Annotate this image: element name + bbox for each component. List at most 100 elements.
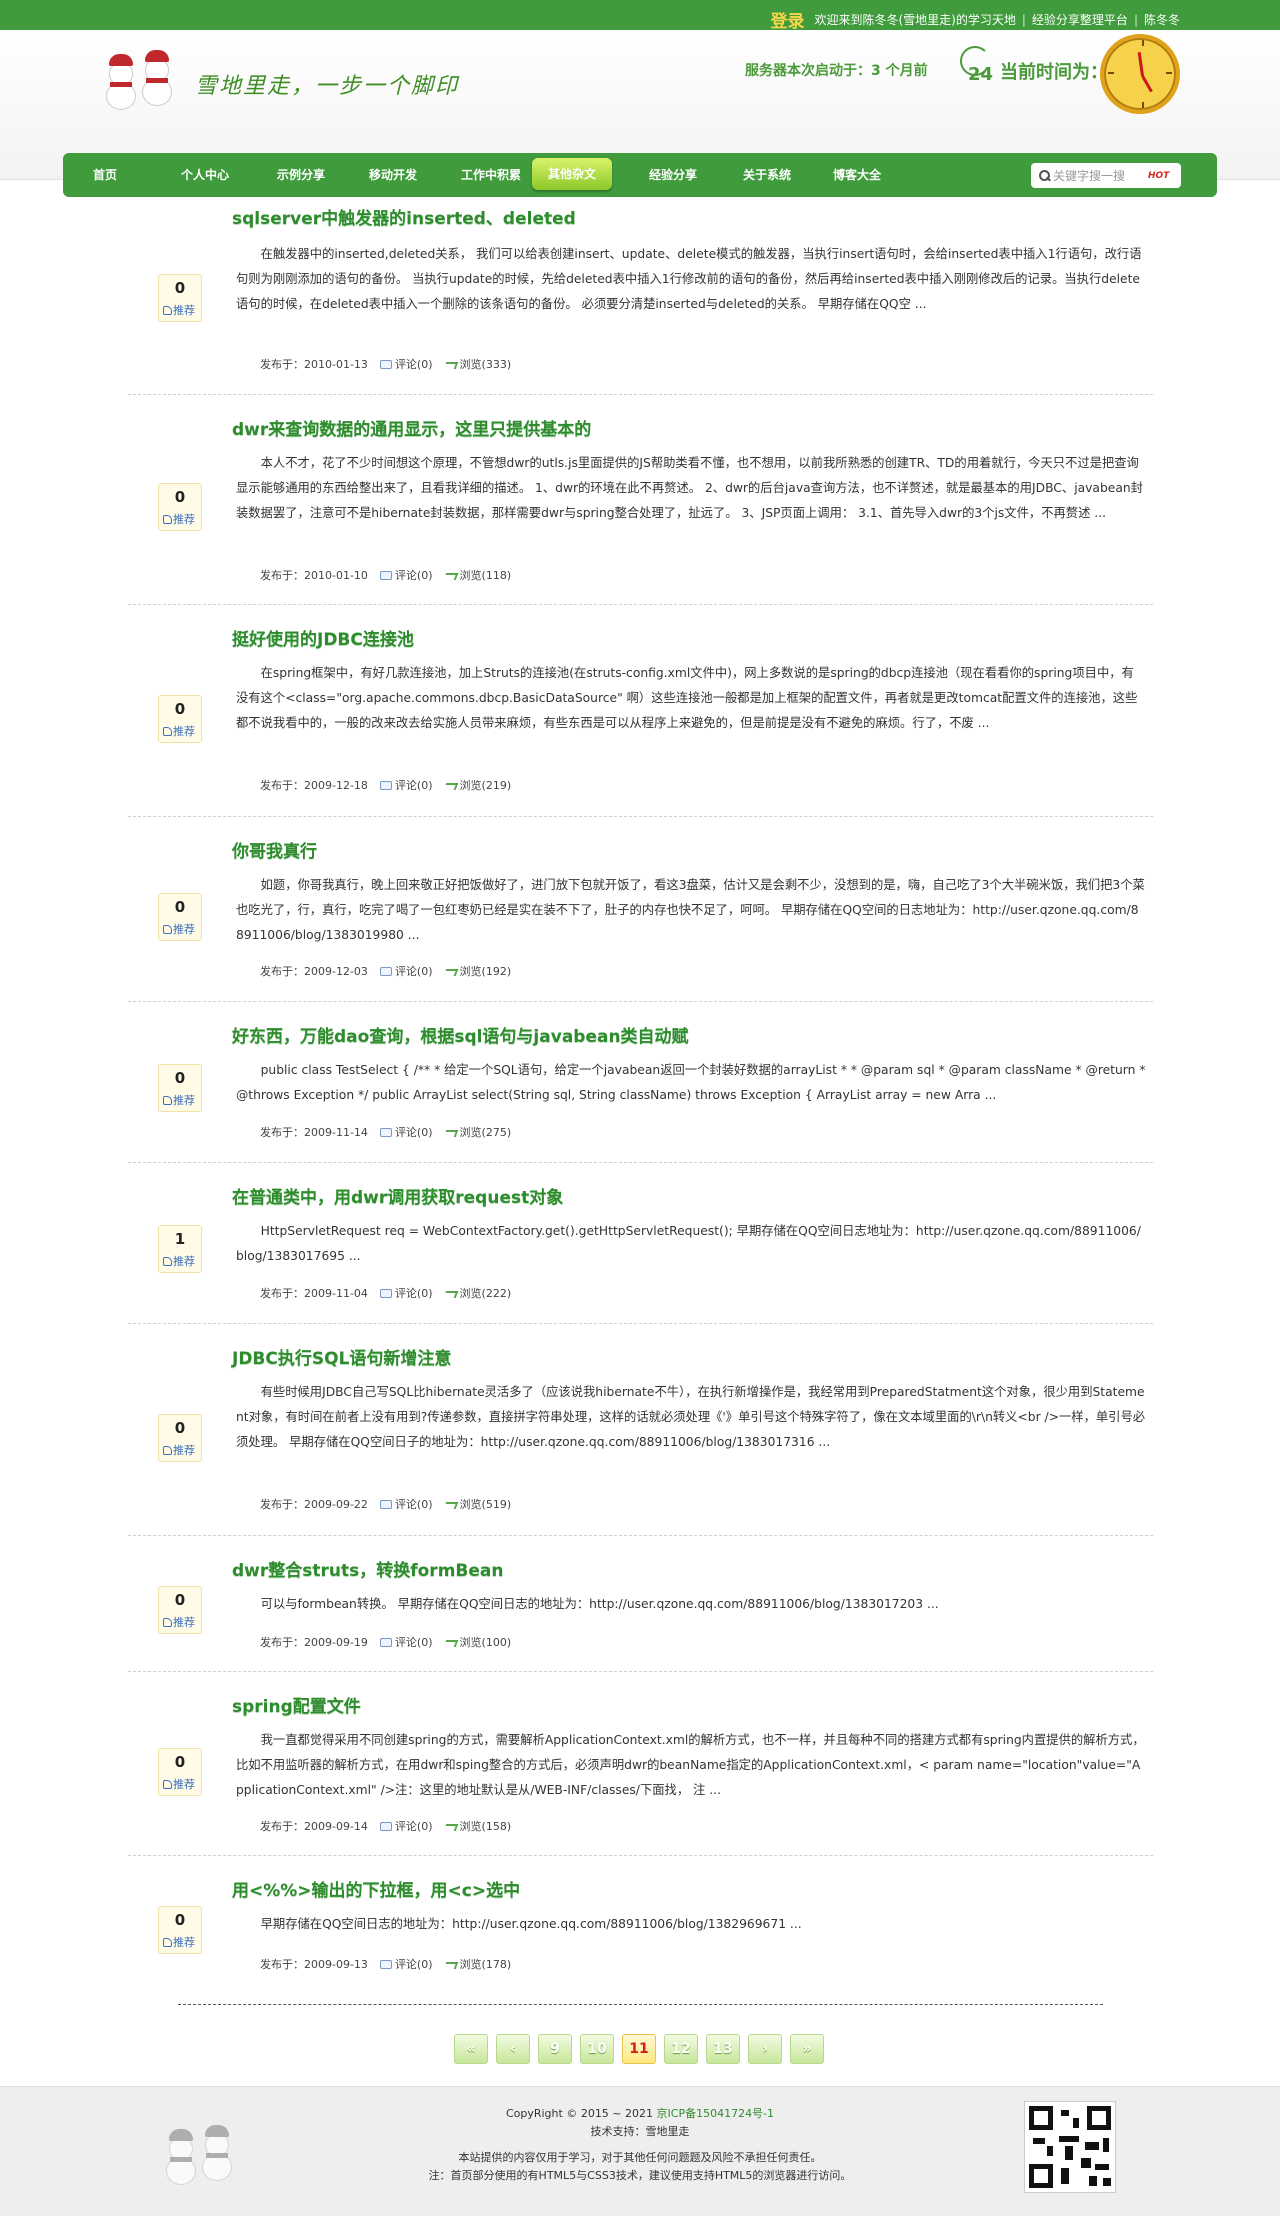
vote-box: 0 推荐 bbox=[158, 1748, 202, 1796]
vote-count: 0 bbox=[174, 898, 186, 916]
page-button[interactable]: 10 bbox=[580, 2034, 614, 2064]
post-title[interactable]: JDBC执行SQL语句新增注意 bbox=[232, 1344, 451, 1369]
post-item: spring配置文件 我一直都觉得采用不同创建spring的方式，需要解析App… bbox=[128, 1672, 1153, 1856]
views-count: 浏览(118) bbox=[445, 567, 512, 583]
thumb-up-icon bbox=[163, 305, 172, 315]
views-count: 浏览(333) bbox=[445, 356, 512, 372]
comments-link[interactable]: 评论(0) bbox=[379, 963, 433, 979]
recommend-button[interactable]: 推荐 bbox=[163, 1934, 195, 1950]
post-date: 发布于：2010-01-10 bbox=[260, 569, 368, 582]
prev-page-button[interactable]: ‹ bbox=[496, 2034, 530, 2064]
post-title[interactable]: 挺好使用的JDBC连接池 bbox=[232, 625, 414, 650]
thumb-up-icon bbox=[163, 1256, 172, 1266]
comment-icon bbox=[379, 1499, 392, 1509]
comments-link[interactable]: 评论(0) bbox=[379, 567, 433, 583]
comments-link[interactable]: 评论(0) bbox=[379, 1285, 433, 1301]
thumb-up-icon bbox=[163, 1779, 172, 1789]
snowman-icon bbox=[142, 48, 172, 106]
icp-link[interactable]: 京ICP备15041724号-1 bbox=[657, 2107, 775, 2120]
comment-icon bbox=[379, 1637, 392, 1647]
login-link[interactable]: 登录 bbox=[771, 7, 805, 32]
post-date: 发布于：2009-09-13 bbox=[260, 1958, 368, 1971]
vote-count: 0 bbox=[174, 1911, 186, 1929]
site-footer: CopyRight © 2015 ~ 2021 京ICP备15041724号-1… bbox=[0, 2086, 1280, 2216]
divider: | bbox=[1021, 12, 1026, 27]
thumb-up-icon bbox=[163, 924, 172, 934]
vote-box: 0 推荐 bbox=[158, 483, 202, 531]
views-count: 浏览(192) bbox=[445, 963, 512, 979]
post-excerpt: public class TestSelect { /** * 给定一个SQL语… bbox=[236, 1063, 1146, 1102]
comment-icon bbox=[379, 570, 392, 580]
comments-link[interactable]: 评论(0) bbox=[379, 777, 433, 793]
thumb-up-icon bbox=[163, 514, 172, 524]
post-meta: 发布于：2009-09-14 评论(0) 浏览(158) bbox=[260, 1818, 511, 1834]
comments-link[interactable]: 评论(0) bbox=[379, 1124, 433, 1140]
vote-count: 0 bbox=[174, 1419, 186, 1437]
vote-count: 0 bbox=[174, 279, 186, 297]
post-meta: 发布于：2009-11-14 评论(0) 浏览(275) bbox=[260, 1124, 511, 1140]
comment-icon bbox=[379, 1959, 392, 1969]
post-title[interactable]: dwr来查询数据的通用显示，这里只提供基本的 bbox=[232, 415, 591, 440]
logo-slogan: 雪地里走，一步一个脚印 bbox=[195, 74, 460, 99]
post-title[interactable]: 你哥我真行 bbox=[232, 837, 317, 862]
recommend-button[interactable]: 推荐 bbox=[163, 1253, 195, 1269]
post-excerpt: 本人不才，花了不少时间想这个原理，不管想dwr的utls.js里面提供的JS帮助… bbox=[236, 456, 1143, 520]
post-meta: 发布于：2009-12-03 评论(0) 浏览(192) bbox=[260, 963, 511, 979]
hot-icon: HOT bbox=[1148, 170, 1170, 181]
recommend-button[interactable]: 推荐 bbox=[163, 921, 195, 937]
page-button[interactable]: 13 bbox=[706, 2034, 740, 2064]
views-icon bbox=[445, 780, 457, 790]
comments-link[interactable]: 评论(0) bbox=[379, 356, 433, 372]
post-item: 在普通类中，用dwr调用获取request对象 HttpServletReque… bbox=[128, 1163, 1153, 1324]
post-title[interactable]: spring配置文件 bbox=[232, 1692, 361, 1717]
recommend-button[interactable]: 推荐 bbox=[163, 1092, 195, 1108]
post-item: 你哥我真行 如题，你哥我真行，晚上回来敬正好把饭做好了，进门放下包就开饭了，看这… bbox=[128, 817, 1153, 1002]
current-page-button[interactable]: 11 bbox=[622, 2034, 656, 2064]
recommend-button[interactable]: 推荐 bbox=[163, 302, 195, 318]
post-meta: 发布于：2009-09-13 评论(0) 浏览(178) bbox=[260, 1956, 511, 1972]
post-item: 用<%%>输出的下拉框，用<c>选中 早期存储在QQ空间日志的地址为：http:… bbox=[128, 1856, 1153, 1991]
recommend-button[interactable]: 推荐 bbox=[163, 1776, 195, 1792]
comments-link[interactable]: 评论(0) bbox=[379, 1496, 433, 1512]
post-title[interactable]: 好东西，万能dao查询，根据sql语句与javabean类自动赋 bbox=[232, 1022, 689, 1047]
post-title[interactable]: dwr整合struts，转换formBean bbox=[232, 1556, 503, 1581]
vote-count: 0 bbox=[174, 700, 186, 718]
comment-icon bbox=[379, 780, 392, 790]
comments-link[interactable]: 评论(0) bbox=[379, 1818, 433, 1834]
last-page-button[interactable]: » bbox=[790, 2034, 824, 2064]
comments-link[interactable]: 评论(0) bbox=[379, 1634, 433, 1650]
owner-link[interactable]: 陈冬冬 bbox=[1144, 11, 1180, 28]
site-logo[interactable]: 雪地里走，一步一个脚印 bbox=[100, 40, 480, 115]
vote-box: 0 推荐 bbox=[158, 695, 202, 743]
post-item: 挺好使用的JDBC连接池 在spring框架中，有好几款连接池，加上Struts… bbox=[128, 605, 1153, 817]
recommend-button[interactable]: 推荐 bbox=[163, 511, 195, 527]
recommend-button[interactable]: 推荐 bbox=[163, 1614, 195, 1630]
platform-link[interactable]: 经验分享整理平台 bbox=[1032, 11, 1128, 28]
post-title[interactable]: 用<%%>输出的下拉框，用<c>选中 bbox=[232, 1876, 520, 1901]
comments-link[interactable]: 评论(0) bbox=[379, 1956, 433, 1972]
vote-box: 0 推荐 bbox=[158, 274, 202, 322]
copyright: CopyRight © 2015 ~ 2021 bbox=[505, 2107, 654, 2120]
next-page-button[interactable]: › bbox=[748, 2034, 782, 2064]
pagination: « ‹ 9 10 11 12 13 › » bbox=[454, 2034, 824, 2064]
post-item: JDBC执行SQL语句新增注意 有些时候用JDBC自己写SQL比hibernat… bbox=[128, 1324, 1153, 1536]
post-date: 发布于：2009-09-14 bbox=[260, 1820, 368, 1833]
post-title[interactable]: sqlserver中触发器的inserted、deleted bbox=[232, 204, 576, 229]
post-item: dwr来查询数据的通用显示，这里只提供基本的 本人不才，花了不少时间想这个原理，… bbox=[128, 395, 1153, 605]
post-title[interactable]: 在普通类中，用dwr调用获取request对象 bbox=[232, 1183, 563, 1208]
recommend-button[interactable]: 推荐 bbox=[163, 723, 195, 739]
post-excerpt: 有些时候用JDBC自己写SQL比hibernate灵活多了（应该说我hibern… bbox=[236, 1385, 1146, 1449]
vote-count: 0 bbox=[174, 1753, 186, 1771]
post-date: 发布于：2010-01-13 bbox=[260, 358, 368, 371]
snowman-icon bbox=[106, 52, 136, 110]
views-count: 浏览(519) bbox=[445, 1496, 512, 1512]
page-button[interactable]: 9 bbox=[538, 2034, 572, 2064]
page-button[interactable]: 12 bbox=[664, 2034, 698, 2064]
vote-box: 0 推荐 bbox=[158, 893, 202, 941]
views-icon bbox=[445, 1499, 457, 1509]
post-excerpt: 在spring框架中，有好几款连接池，加上Struts的连接池(在struts-… bbox=[236, 666, 1138, 730]
views-count: 浏览(222) bbox=[445, 1285, 512, 1301]
first-page-button[interactable]: « bbox=[454, 2034, 488, 2064]
post-meta: 发布于：2009-09-22 评论(0) 浏览(519) bbox=[260, 1496, 511, 1512]
recommend-button[interactable]: 推荐 bbox=[163, 1442, 195, 1458]
